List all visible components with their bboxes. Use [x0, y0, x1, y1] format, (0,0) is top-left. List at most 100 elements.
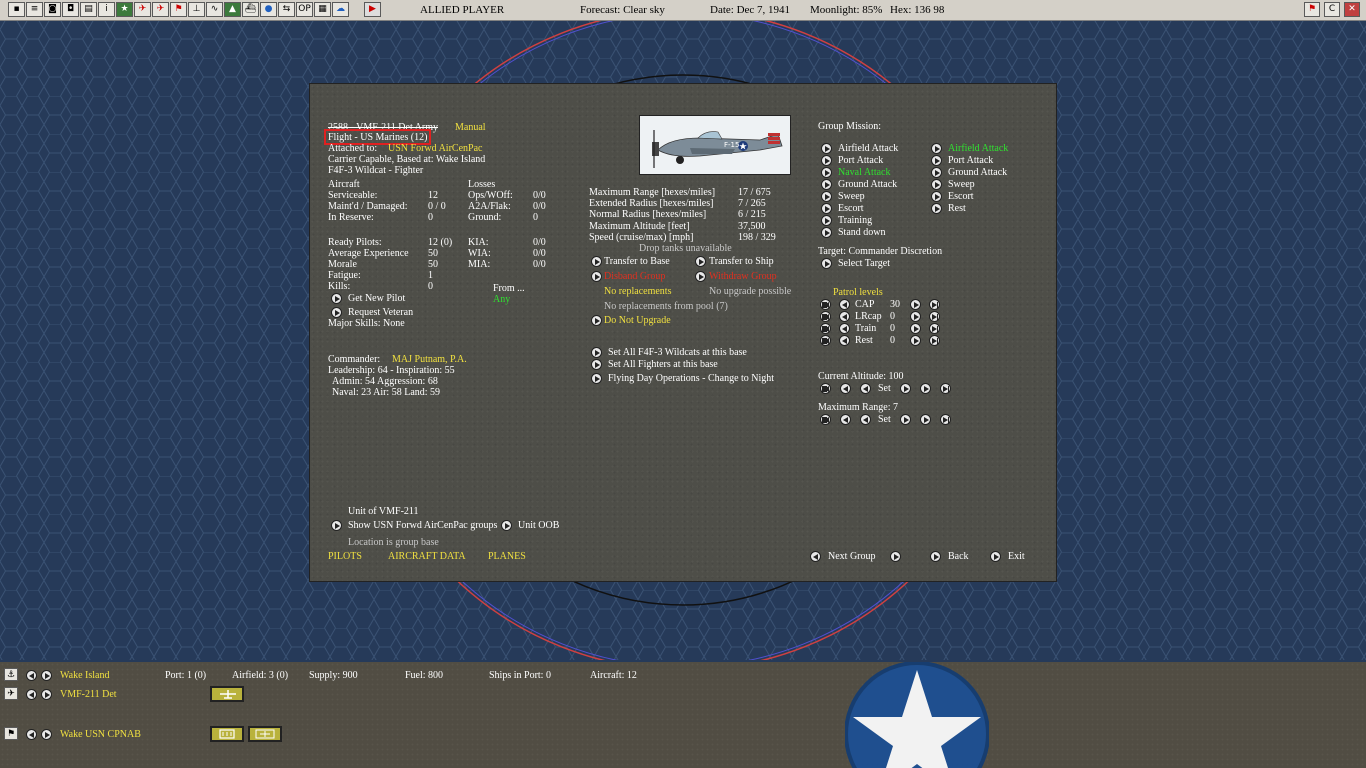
info-icon[interactable]: i [98, 2, 115, 17]
tab-aircraft-data[interactable]: AIRCRAFT DATA [388, 551, 466, 563]
exit-button[interactable] [990, 551, 1001, 562]
train-min-button[interactable] [820, 323, 831, 334]
mission-ground-button[interactable] [821, 179, 832, 190]
range-min-button[interactable] [820, 414, 831, 425]
airgroup-unit-icon[interactable] [210, 686, 244, 702]
mission-sweep-button[interactable] [821, 191, 832, 202]
group-mode[interactable]: Manual [455, 122, 486, 134]
plane-icon[interactable]: ⊥ [188, 2, 205, 17]
mission-naval-button[interactable] [821, 167, 832, 178]
alt-dec-button[interactable] [860, 383, 871, 394]
grid-icon[interactable]: ▦ [314, 2, 331, 17]
rest-max-button[interactable] [929, 335, 940, 346]
next-group-label[interactable]: Next Group [828, 551, 876, 563]
mission-standdown-button[interactable] [821, 227, 832, 238]
second-port-button[interactable] [931, 155, 942, 166]
select-target-label[interactable]: Select Target [838, 258, 890, 270]
transfer-ship-label[interactable]: Transfer to Ship [709, 256, 774, 268]
select-target-button[interactable] [821, 258, 832, 269]
back-button[interactable] [930, 551, 941, 562]
flag-icon[interactable]: ⚑ [170, 2, 187, 17]
mission-port-button[interactable] [821, 155, 832, 166]
list-icon[interactable]: ▤ [80, 2, 97, 17]
naval-unit-icon[interactable] [248, 726, 282, 742]
second-ground-button[interactable] [931, 167, 942, 178]
mission-escort[interactable]: Escort [838, 203, 864, 215]
from-value[interactable]: Any [493, 294, 510, 306]
flying-day-label[interactable]: Flying Day Operations - Change to Night [608, 373, 774, 385]
report-icon[interactable]: ≡ [26, 2, 43, 17]
get-new-pilot-label[interactable]: Get New Pilot [348, 293, 405, 305]
globe-icon[interactable]: ● [260, 2, 277, 17]
alt-set-button[interactable]: Set [878, 383, 891, 395]
base-icon[interactable]: ▲ [224, 2, 241, 17]
second-sweep-button[interactable] [931, 179, 942, 190]
rest-inc-button[interactable] [910, 335, 921, 346]
mission-ground[interactable]: Ground Attack [838, 179, 897, 191]
transfer-base-label[interactable]: Transfer to Base [604, 256, 670, 268]
hq-next-button[interactable] [41, 729, 52, 740]
second-rest-button[interactable] [931, 203, 942, 214]
airgroup-icon[interactable]: ✈ [4, 687, 18, 700]
mission-airfield[interactable]: Airfield Attack [838, 143, 898, 155]
second-escort-button[interactable] [931, 191, 942, 202]
show-groups-label[interactable]: Show USN Forwd AirCenPac groups [348, 520, 497, 532]
second-port[interactable]: Port Attack [948, 155, 993, 167]
prev-group-button[interactable] [810, 551, 821, 562]
transfer-ship-button[interactable] [695, 256, 706, 267]
mission-standdown[interactable]: Stand down [838, 227, 886, 239]
unit-oob-button[interactable] [501, 520, 512, 531]
train-dec-button[interactable] [839, 323, 850, 334]
route-icon[interactable]: ∿ [206, 2, 223, 17]
mission-port[interactable]: Port Attack [838, 155, 883, 167]
alt-max-button[interactable] [940, 383, 951, 394]
close-icon[interactable]: ✕ [1344, 2, 1360, 17]
range-inc-big-button[interactable] [920, 414, 931, 425]
hq-prev-button[interactable] [26, 729, 37, 740]
withdraw-button[interactable] [695, 271, 706, 282]
exit-label[interactable]: Exit [1008, 551, 1025, 563]
aircraft-icon[interactable]: ✈ [134, 2, 151, 17]
do-not-upgrade-label[interactable]: Do Not Upgrade [604, 315, 671, 327]
lrcap-inc-button[interactable] [910, 311, 921, 322]
rest-min-button[interactable] [820, 335, 831, 346]
base-prev-button[interactable] [26, 670, 37, 681]
cap-inc-button[interactable] [910, 299, 921, 310]
group-name-bottom[interactable]: VMF-211 Det [60, 689, 117, 701]
transfer-base-button[interactable] [591, 256, 602, 267]
group-icon[interactable]: ◘ [62, 2, 79, 17]
range-inc-button[interactable] [900, 414, 911, 425]
mission-naval[interactable]: Naval Attack [838, 167, 890, 179]
range-max-button[interactable] [940, 414, 951, 425]
alt-dec-big-button[interactable] [840, 383, 851, 394]
disband-label[interactable]: Disband Group [604, 271, 665, 283]
group-prev-button[interactable] [26, 689, 37, 700]
second-ground[interactable]: Ground Attack [948, 167, 1007, 179]
anchor-icon[interactable]: ⚓ [4, 668, 18, 681]
second-sweep[interactable]: Sweep [948, 179, 975, 191]
train-max-button[interactable] [929, 323, 940, 334]
hq-name[interactable]: Wake USN CPNAB [60, 729, 141, 741]
base-next-button[interactable] [41, 670, 52, 681]
disband-button[interactable] [591, 271, 602, 282]
tab-pilots[interactable]: PILOTS [328, 551, 362, 563]
no-replacements[interactable]: No replacements [604, 286, 671, 298]
hq-unit-icon[interactable] [210, 726, 244, 742]
rest-dec-button[interactable] [839, 335, 850, 346]
set-all-wildcats-button[interactable] [591, 347, 602, 358]
get-new-pilot-button[interactable] [331, 293, 342, 304]
set-all-fighters-button[interactable] [591, 359, 602, 370]
group-next-button[interactable] [41, 689, 52, 700]
alt-min-button[interactable] [820, 383, 831, 394]
play-icon[interactable]: ▶ [364, 2, 381, 17]
set-all-wildcats-label[interactable]: Set All F4F-3 Wildcats at this base [608, 347, 747, 359]
cloud-icon[interactable]: ☁ [332, 2, 349, 17]
alt-inc-big-button[interactable] [920, 383, 931, 394]
ship-icon[interactable]: ⛴ [242, 2, 259, 17]
unit-oob-label[interactable]: Unit OOB [518, 520, 559, 532]
second-escort[interactable]: Escort [948, 191, 974, 203]
cap-min-button[interactable] [820, 299, 831, 310]
second-airfield-button[interactable] [931, 143, 942, 154]
map-icon[interactable]: ▪ [8, 2, 25, 17]
range-dec-big-button[interactable] [840, 414, 851, 425]
